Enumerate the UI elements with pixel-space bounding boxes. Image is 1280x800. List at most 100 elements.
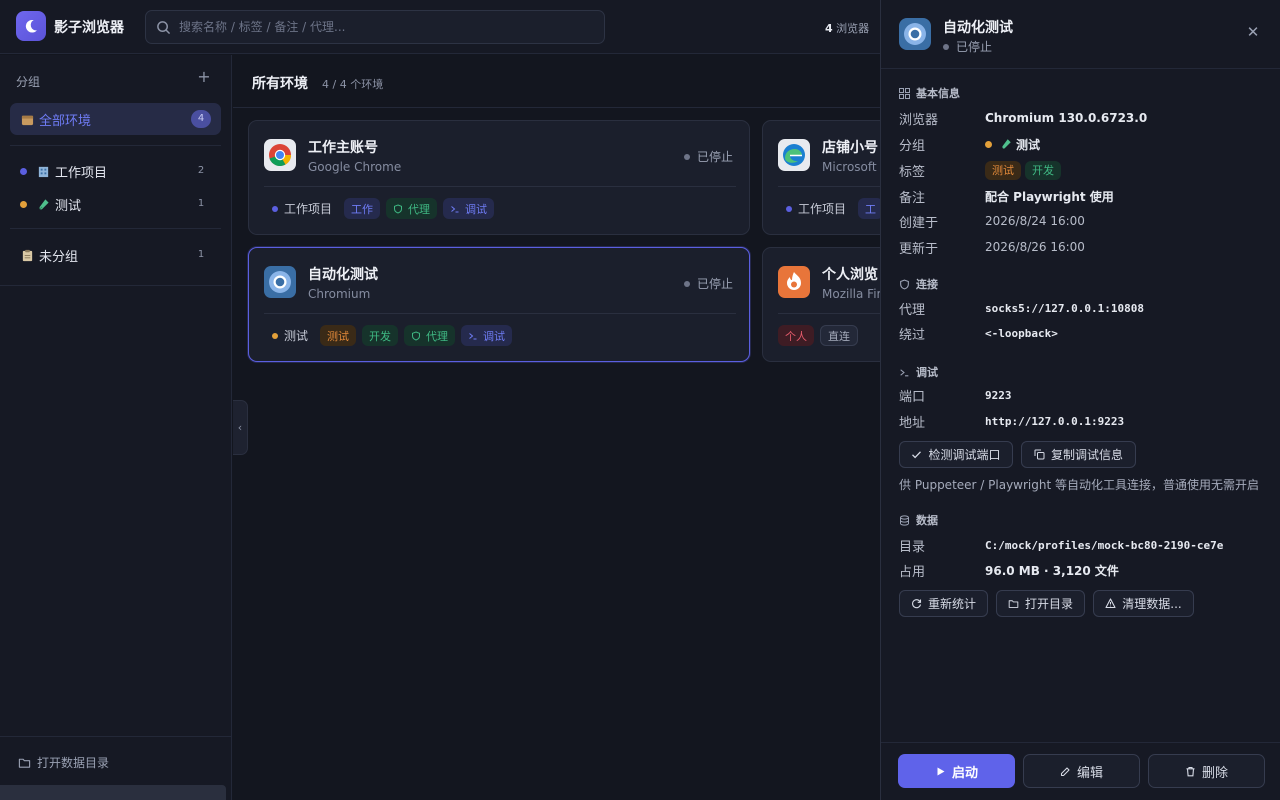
row-usage: 占用 96.0 MB · 3,120 文件 (899, 560, 1263, 580)
debug-hint: 供 Puppeteer / Playwright 等自动化工具连接，普通使用无需… (899, 478, 1259, 492)
refresh-icon (912, 599, 922, 609)
delete-button[interactable]: 删除 (1148, 754, 1265, 788)
shield-icon (412, 330, 421, 341)
row-value: 9223 (985, 388, 1012, 402)
chromium-icon (899, 18, 931, 50)
firefox-icon (778, 266, 810, 298)
search-box[interactable] (145, 10, 605, 44)
tag-label: 工 (865, 202, 877, 216)
environment-card[interactable]: 工作主账号 Google Chrome 已停止 工作项目 工作 代理 调试 (248, 120, 750, 235)
environment-card[interactable]: 个人浏览 Mozilla Firefox 个人 直连 (762, 247, 892, 362)
button-label: 重新统计 (927, 597, 976, 611)
search-icon (157, 20, 170, 34)
button-label: 启动 (951, 765, 978, 781)
database-icon (900, 514, 909, 526)
tag-label: 代理 (426, 329, 449, 343)
sidebar-item-all[interactable]: 全部环境 4 (10, 103, 221, 135)
tag-chip: 工作 (344, 198, 381, 219)
row-value: Chromium 130.0.6723.0 (985, 111, 1148, 125)
section-debug: 调试 (899, 364, 938, 380)
environment-name: 自动化测试 (308, 267, 378, 283)
button-label: 检测调试端口 (928, 448, 1001, 462)
button-label: 删除 (1201, 765, 1228, 781)
sidebar-item-test[interactable]: 测试 1 (10, 188, 221, 220)
collapse-sidebar-button[interactable]: ‹ (233, 400, 248, 455)
check-debug-port-button[interactable]: 检测调试端口 (899, 441, 1013, 468)
group-color-dot (20, 167, 27, 175)
browser-name: Google Chrome (308, 160, 402, 174)
card-divider (264, 186, 736, 187)
row-group: 分组 测试 (899, 134, 1263, 154)
tag-row: 测试 测试 开发 代理 调试 (264, 325, 513, 346)
card-divider (778, 186, 891, 187)
environment-name: 个人浏览 (822, 267, 878, 283)
environment-count: 4 / 4 个环境 (322, 78, 384, 91)
trash-icon (1186, 766, 1195, 776)
environment-card-selected[interactable]: 自动化测试 Chromium 已停止 测试 测试 开发 代理 调试 (248, 247, 750, 362)
row-value: 2026/8/24 16:00 (985, 214, 1085, 228)
open-directory-button[interactable]: 打开目录 (996, 590, 1085, 617)
sidebar-item-count: 2 (197, 165, 205, 176)
copy-debug-info-button[interactable]: 复制调试信息 (1021, 441, 1136, 468)
card-divider (264, 313, 736, 314)
add-group-button[interactable]: + (196, 69, 212, 85)
tag-label: 直连 (828, 329, 850, 343)
group-tag: 测试 (264, 327, 314, 344)
environment-name: 店铺小号 (822, 140, 878, 156)
status-text: 已停止 (697, 150, 734, 164)
row-port: 端口 9223 (899, 385, 1263, 405)
terminal-icon (451, 205, 459, 212)
sidebar-item-label: 测试 (55, 198, 82, 214)
terminal-icon (900, 368, 909, 376)
row-value: 2026/8/26 16:00 (985, 240, 1085, 254)
row-key: 端口 (899, 389, 926, 405)
status-text: 已停止 (697, 277, 734, 291)
sidebar-item-label: 全部环境 (39, 113, 92, 129)
row-key: 更新于 (899, 241, 939, 257)
tag-chip: 测试 (320, 325, 357, 346)
sidebar-item-work[interactable]: 工作项目 2 (10, 155, 221, 187)
recount-button[interactable]: 重新统计 (899, 590, 988, 617)
group-tag-label: 工作项目 (284, 202, 333, 216)
tag-label: 工作 (351, 202, 374, 216)
sidebar-scrollbar[interactable] (0, 785, 226, 800)
row-address: 地址 http://127.0.0.1:9223 (899, 411, 1263, 431)
section-basic-info: 基本信息 (899, 85, 960, 101)
tag-label: 调试 (465, 202, 488, 216)
row-key: 浏览器 (899, 112, 939, 128)
sidebar-item-ungrouped[interactable]: 未分组 1 (10, 239, 221, 271)
close-panel-button[interactable]: ✕ (1245, 24, 1261, 40)
open-data-dir-button[interactable]: 打开数据目录 (18, 754, 109, 771)
group-tag-label: 测试 (284, 329, 309, 343)
environment-card[interactable]: 店铺小号 Microsoft Edge 工作项目 工 (762, 120, 892, 235)
tag-chip: 调试 (443, 198, 495, 219)
search-input[interactable] (179, 20, 599, 34)
folder-icon (1008, 600, 1019, 608)
button-label: 编辑 (1076, 765, 1103, 781)
row-key: 分组 (899, 138, 926, 154)
section-title: 数据 (916, 514, 938, 527)
main-header: 所有环境 4 / 4 个环境 (233, 55, 880, 108)
row-created: 创建于 2026/8/24 16:00 (899, 211, 1263, 231)
section-data: 数据 (899, 512, 938, 528)
tag-label: 开发 (1032, 164, 1054, 177)
browser-count-number: 4 (825, 22, 833, 35)
page-title: 所有环境 (252, 76, 308, 92)
test-tube-icon (36, 197, 50, 211)
row-key: 创建于 (899, 215, 939, 231)
terminal-icon (469, 332, 477, 339)
browser-count-label: 浏览器 (836, 22, 870, 35)
browser-name: Chromium (308, 287, 371, 301)
tag-label: 调试 (483, 329, 506, 343)
launch-button[interactable]: 启动 (898, 754, 1015, 788)
row-browser: 浏览器 Chromium 130.0.6723.0 (899, 108, 1263, 128)
row-value: 配合 Playwright 使用 (985, 189, 1114, 204)
edit-button[interactable]: 编辑 (1023, 754, 1140, 788)
row-key: 目录 (899, 539, 926, 555)
office-building-icon (36, 164, 50, 178)
top-bar: 影子浏览器 4 浏览器 (0, 0, 880, 54)
sidebar-item-count: 1 (197, 198, 205, 209)
detail-title: 自动化测试 (943, 20, 1013, 36)
clear-data-button[interactable]: 清理数据... (1093, 590, 1194, 617)
row-key: 占用 (899, 564, 926, 580)
